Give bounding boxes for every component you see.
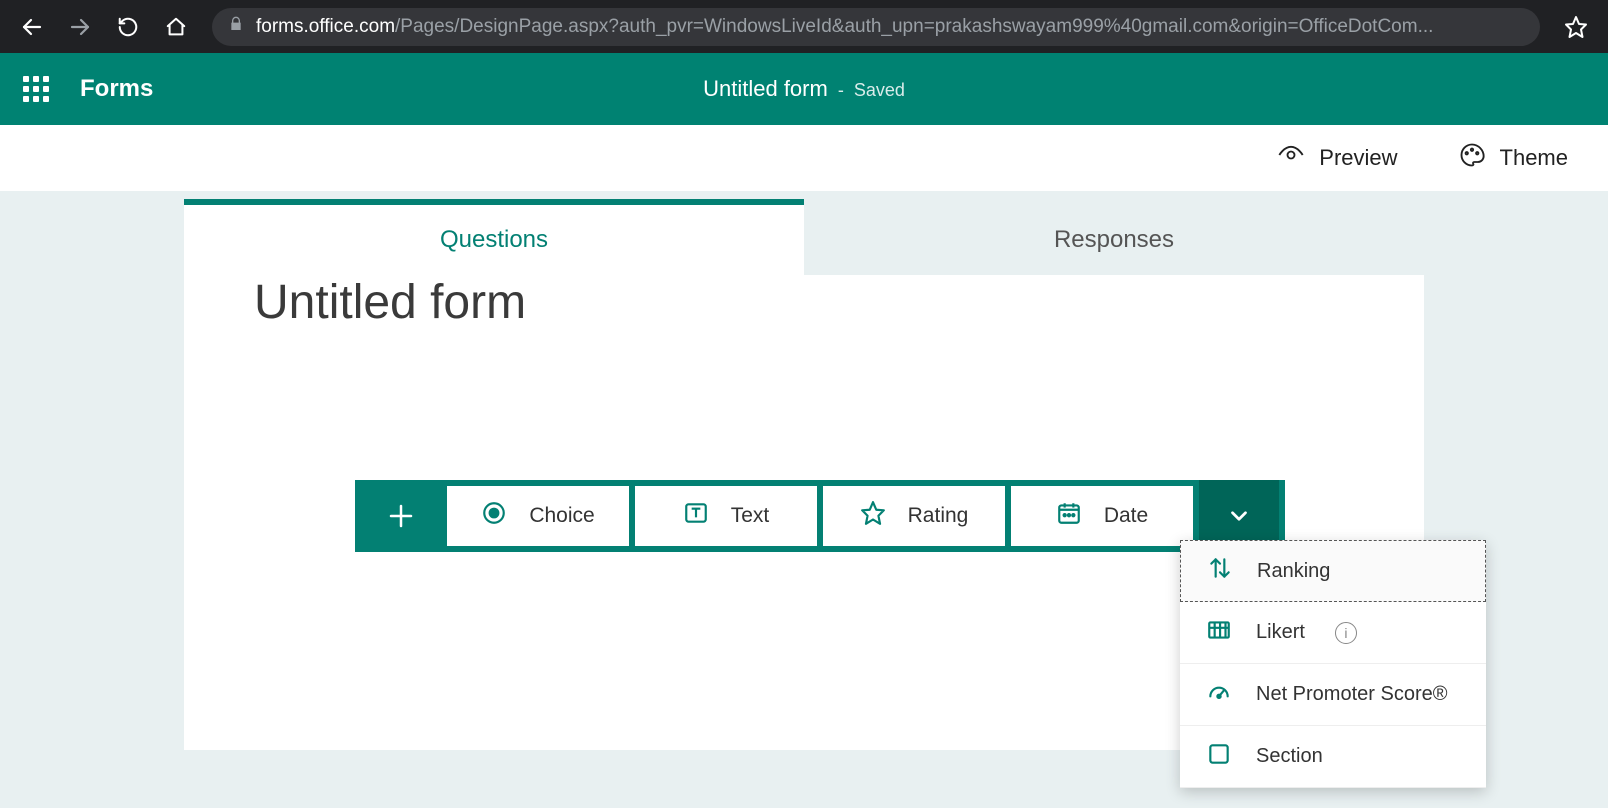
app-header: Forms Untitled form - Saved bbox=[0, 53, 1608, 125]
qtype-date-button[interactable]: Date bbox=[1011, 486, 1193, 546]
lock-icon bbox=[228, 16, 244, 37]
menu-item-nps-label: Net Promoter Score® bbox=[1256, 683, 1447, 706]
more-qtypes-menu: Ranking Likert i Net Promoter Score® Sec… bbox=[1180, 540, 1486, 788]
address-bar[interactable]: forms.office.com/Pages/DesignPage.aspx?a… bbox=[212, 8, 1540, 46]
document-title[interactable]: Untitled form bbox=[703, 76, 828, 102]
command-bar: Preview Theme bbox=[0, 125, 1608, 191]
waffle-icon bbox=[23, 76, 49, 102]
app-name[interactable]: Forms bbox=[80, 75, 153, 103]
back-button[interactable] bbox=[10, 5, 54, 49]
nps-icon bbox=[1206, 679, 1232, 711]
form-title[interactable]: Untitled form bbox=[184, 275, 1424, 330]
menu-item-ranking[interactable]: Ranking bbox=[1180, 540, 1486, 602]
tab-questions[interactable]: Questions bbox=[184, 205, 804, 275]
document-status: Saved bbox=[854, 80, 905, 101]
bookmark-button[interactable] bbox=[1554, 5, 1598, 49]
qtype-choice-label: Choice bbox=[529, 504, 594, 528]
tab-row: Questions Responses bbox=[184, 205, 1424, 275]
tab-questions-label: Questions bbox=[440, 226, 548, 254]
menu-item-section-label: Section bbox=[1256, 745, 1323, 768]
qtype-text-label: Text bbox=[731, 504, 770, 528]
choice-icon bbox=[481, 500, 507, 532]
info-icon[interactable]: i bbox=[1335, 622, 1357, 644]
menu-item-likert[interactable]: Likert i bbox=[1180, 602, 1486, 664]
ranking-icon bbox=[1207, 555, 1233, 587]
app-launcher-button[interactable] bbox=[0, 53, 72, 125]
reload-button[interactable] bbox=[106, 5, 150, 49]
tab-responses[interactable]: Responses bbox=[804, 205, 1424, 275]
menu-item-section[interactable]: Section bbox=[1180, 726, 1486, 788]
document-title-group: Untitled form - Saved bbox=[703, 76, 905, 102]
qtype-rating-button[interactable]: Rating bbox=[823, 486, 1005, 546]
preview-label: Preview bbox=[1319, 145, 1397, 171]
text-icon bbox=[683, 500, 709, 532]
theme-button[interactable]: Theme bbox=[1458, 141, 1568, 175]
question-type-toolbar: Choice Text Rating Date bbox=[355, 480, 1285, 552]
qtype-date-label: Date bbox=[1104, 504, 1148, 528]
preview-button[interactable]: Preview bbox=[1277, 141, 1397, 175]
theme-label: Theme bbox=[1500, 145, 1568, 171]
theme-icon bbox=[1458, 141, 1486, 175]
menu-item-ranking-label: Ranking bbox=[1257, 560, 1330, 583]
tab-responses-label: Responses bbox=[1054, 226, 1174, 254]
preview-icon bbox=[1277, 141, 1305, 175]
date-icon bbox=[1056, 500, 1082, 532]
section-icon bbox=[1206, 741, 1232, 773]
menu-item-nps[interactable]: Net Promoter Score® bbox=[1180, 664, 1486, 726]
qtype-rating-label: Rating bbox=[908, 504, 969, 528]
document-status-sep: - bbox=[838, 80, 844, 101]
home-button[interactable] bbox=[154, 5, 198, 49]
rating-icon bbox=[860, 500, 886, 532]
qtype-text-button[interactable]: Text bbox=[635, 486, 817, 546]
url-text: forms.office.com/Pages/DesignPage.aspx?a… bbox=[256, 16, 1433, 38]
add-question-button[interactable] bbox=[361, 480, 441, 552]
likert-icon bbox=[1206, 617, 1232, 649]
forward-button[interactable] bbox=[58, 5, 102, 49]
menu-item-likert-label: Likert bbox=[1256, 621, 1305, 644]
qtype-choice-button[interactable]: Choice bbox=[447, 486, 629, 546]
browser-toolbar: forms.office.com/Pages/DesignPage.aspx?a… bbox=[0, 0, 1608, 53]
